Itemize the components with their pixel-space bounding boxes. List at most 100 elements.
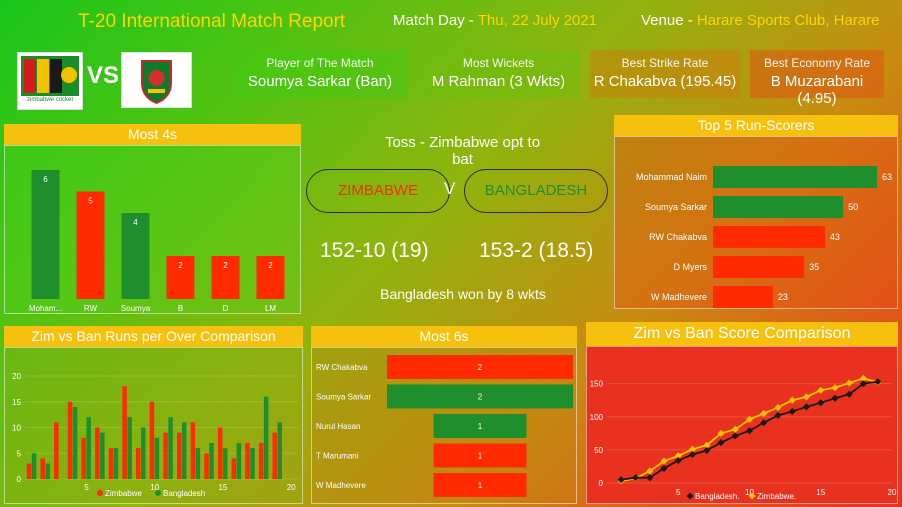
score-y-tick: 150 (590, 380, 604, 389)
top5-bar (713, 256, 805, 278)
most-4s-category-line: Moham... (29, 304, 62, 313)
rpo-bar-zim (108, 448, 114, 479)
rpo-bar-ban (195, 448, 201, 479)
rpo-bar-ban (100, 432, 105, 479)
bangladesh-cricket-emblem-icon (141, 60, 172, 105)
zimbabwe-logo: zimbabwe cricket (17, 52, 83, 110)
score-point-zim (788, 396, 796, 404)
rpo-bar-zim (245, 442, 250, 479)
rpo-bar-zim (272, 432, 278, 479)
most-4s-category-line: B (178, 304, 183, 313)
score-point-ban (788, 407, 796, 415)
score-point-ban (703, 447, 711, 455)
toss-info: Toss - Zimbabwe opt to bat (384, 134, 541, 168)
most-4s-title: Most 4s (4, 124, 301, 145)
score-point-ban (831, 394, 839, 402)
most-6s-title: Most 6s (311, 326, 577, 347)
most-6s-category-label: Soumya Sarkar (316, 393, 371, 402)
score-point-zim (802, 393, 811, 401)
most-4s-category-line: RW (84, 304, 98, 313)
most-6s-data-label: 2 (478, 393, 483, 402)
rpo-bar-zim (231, 458, 237, 479)
rpo-bar-ban (45, 463, 50, 479)
most-4s-chart: 6Moham...Naim5RWChakabva4SoumyaSarkar2BM… (4, 145, 301, 314)
score-point-ban (717, 439, 725, 447)
score-point-ban (745, 427, 754, 435)
most-4s-category-label: SoumyaSarkar (121, 304, 151, 314)
rpo-bar-zim (163, 432, 168, 479)
most-6s-category-label: Nurul Hasan (316, 422, 360, 431)
runs-per-over-title: Zim vs Ban Runs per Over Comparison (4, 326, 303, 347)
zimbabwe-score: 152-10 (19) (320, 239, 429, 262)
most-4s-category-label: RWChakabva (72, 304, 109, 314)
score-legend-marker (686, 492, 694, 500)
score-x-tick: 20 (888, 488, 897, 497)
team-zimbabwe: ZIMBABWE (306, 169, 450, 213)
most-4s-data-label: 2 (178, 261, 183, 270)
rpo-legend-label: Bangladesh (163, 489, 205, 498)
rpo-bar-ban (250, 448, 255, 479)
most-6s-chart: RW Chakabva 2 Soumya Sarkar 2 Nurul Hasan 1 T … (311, 347, 577, 504)
venue: Venue - Harare Sports Club, Harare (641, 12, 879, 29)
top5-data-label: 23 (778, 292, 788, 302)
most-4s-data-label: 5 (88, 197, 93, 206)
rpo-bar-zim (40, 458, 45, 479)
score-point-ban (774, 411, 782, 419)
score-legend-label: Bangladesh. (695, 492, 739, 501)
rpo-y-tick: 10 (12, 424, 21, 433)
top5-title: Top 5 Run-Scorers (614, 115, 898, 136)
rpo-bar-zim (136, 448, 141, 479)
rpo-bar-zim (122, 386, 127, 479)
top5-category-label: D Myers (674, 262, 708, 272)
kpi-value: R Chakabva (195.45) (593, 73, 737, 90)
score-comparison-title: Zim vs Ban Score Comparison (586, 322, 898, 346)
team-bangladesh: BANGLADESH (464, 169, 608, 213)
rpo-bar-ban (31, 453, 37, 479)
venue-value: Harare Sports Club, Harare (696, 12, 880, 29)
rpo-bar-zim (81, 437, 86, 479)
kpi-best-economy-rate: Best Economy Rate B Muzarabani (4.95) (750, 50, 884, 107)
score-legend-label: Zimbabwe. (757, 492, 796, 501)
score-point-ban (674, 456, 682, 465)
kpi-most-wickets: Most Wickets M Rahman (3 Wkts) (417, 50, 580, 98)
score-y-tick: 0 (599, 479, 604, 488)
most-4s-data-label: 6 (43, 175, 48, 184)
rpo-y-tick: 15 (12, 398, 21, 407)
rpo-bar-ban (154, 437, 160, 479)
rpo-bar-zim (176, 432, 182, 479)
kpi-value: M Rahman (3 Wkts) (431, 73, 566, 90)
rpo-bar-ban (86, 417, 91, 479)
rpo-bar-zim (95, 427, 100, 479)
most-6s-data-label: 1 (478, 452, 483, 461)
rpo-y-tick: 5 (17, 449, 22, 458)
rpo-bar-zim (190, 422, 196, 479)
most-6s-panel: Most 6s RW Chakabva 2 Soumya Sarkar 2 Nurul … (311, 326, 577, 504)
most-4s-panel: Most 4s 6 Moham...Naim 5 RWChakabva 4 SoumyaS… (4, 124, 301, 314)
score-point-ban (802, 403, 811, 411)
rpo-x-tick: 15 (218, 483, 227, 492)
score-point-ban (688, 450, 697, 459)
score-point-ban (631, 474, 640, 482)
kpi-label: Most Wickets (462, 56, 535, 70)
kpi-label: Best Economy Rate (763, 56, 871, 70)
runs-per-over-panel: Zim vs Ban Runs per Over Comparison 0 5 10… (4, 326, 303, 504)
kpi-label: Best Strike Rate (621, 56, 709, 70)
score-y-tick: 100 (590, 413, 604, 422)
score-point-ban (617, 476, 625, 484)
rpo-bar-ban (181, 422, 187, 479)
match-day-value: Thu, 22 July 2021 (477, 12, 597, 29)
rpo-legend-marker (155, 490, 161, 496)
zimbabwe-logo-caption: zimbabwe cricket (26, 97, 73, 103)
score-point-zim (760, 409, 768, 417)
top5-panel: Top 5 Run-Scorers Mohammad Naim 63 Soumya … (614, 115, 898, 309)
most-4s-bar (76, 191, 105, 299)
kpi-best-strike-rate: Best Strike Rate R Chakabva (195.45) (590, 50, 740, 98)
match-report-dashboard: T-20 International Match Report Match Da… (0, 0, 902, 507)
match-day: Match Day - Thu, 22 July 2021 (393, 12, 597, 29)
score-x-tick: 15 (816, 488, 825, 497)
score-point-zim (845, 379, 853, 387)
score-point-ban (760, 419, 768, 427)
report-title: T-20 International Match Report (78, 11, 346, 32)
top5-chart: Mohammad Naim 63 Soumya Sarkar 50 RW Chakabv… (614, 136, 898, 309)
top5-category-label: W Madhevere (651, 292, 707, 302)
